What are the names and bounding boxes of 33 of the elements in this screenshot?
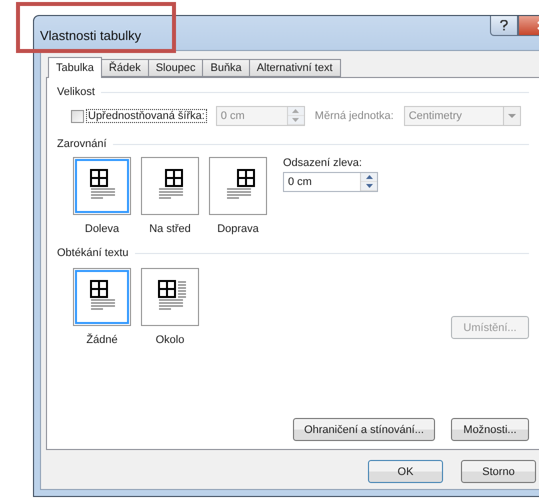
alignment-option[interactable]	[209, 157, 267, 215]
cancel-button[interactable]: Storno	[461, 460, 536, 483]
tab[interactable]: Buňka	[202, 59, 250, 77]
options-button[interactable]: Možnosti...	[451, 418, 529, 441]
option-label: Doleva	[84, 223, 120, 235]
option-label: Okolo	[156, 334, 184, 346]
ok-button[interactable]: OK	[368, 460, 443, 483]
section-heading: Obtékání textu	[57, 247, 129, 259]
option-label: Na střed	[149, 223, 191, 235]
section-heading: Velikost	[57, 86, 95, 98]
down-arrow-icon[interactable]	[366, 184, 372, 188]
indent-spin-field[interactable]: 0 cm	[283, 172, 378, 192]
section-heading: Zarovnání	[57, 138, 107, 150]
tab[interactable]: Sloupec	[148, 59, 204, 77]
option-label: Doprava	[217, 223, 259, 235]
caret-icon	[508, 114, 516, 118]
tab[interactable]: Řádek	[100, 59, 149, 77]
alignment-option[interactable]	[141, 157, 199, 215]
alignment-option[interactable]	[73, 157, 131, 215]
unit-label: Měrná jednotka:	[314, 110, 394, 122]
option-label: Žádné	[86, 334, 118, 346]
wrapping-option[interactable]	[141, 268, 199, 326]
indent-label: Odsazení zleva:	[283, 157, 363, 169]
tab[interactable]: Alternativní text	[248, 59, 341, 77]
window-title: Vlastnosti tabulky	[40, 26, 142, 42]
borders-button[interactable]: Ohraničení a stínování...	[293, 418, 435, 441]
wrapping-option[interactable]	[73, 268, 131, 326]
checkbox-label[interactable]: Upřednostňovaná šířka:	[87, 110, 206, 122]
tab[interactable]: Tabulka	[48, 57, 102, 78]
help-button[interactable]	[490, 16, 518, 36]
up-arrow-icon[interactable]	[366, 175, 372, 179]
checkbox[interactable]	[71, 110, 84, 122]
help-icon	[500, 20, 508, 31]
